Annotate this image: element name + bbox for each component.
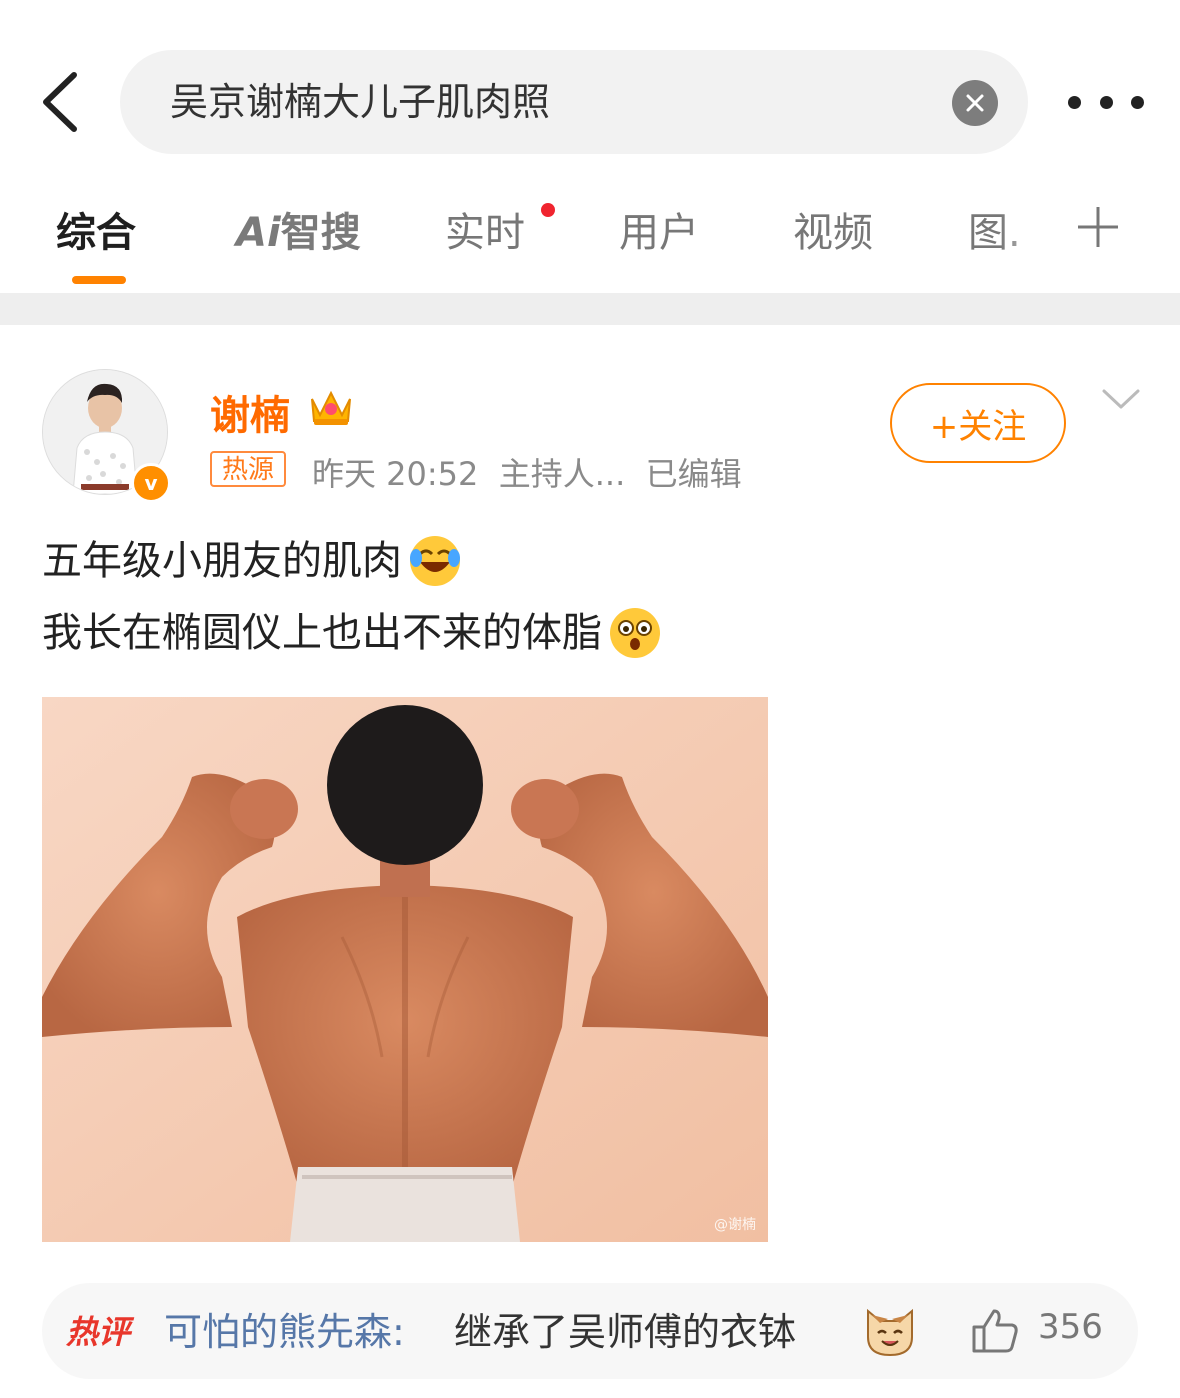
tab-comprehensive[interactable]: 综合 [56,200,136,258]
laughing-crying-emoji-icon [410,536,460,586]
tab-ai-label: 智搜 [280,210,361,256]
hot-comment[interactable]: 热评 可怕的熊先森: 继承了吴师傅的衣钵 356 [42,1283,1138,1379]
image-watermark: @谢楠 [714,1217,756,1233]
tab-realtime[interactable]: 实时 [445,200,525,258]
post-time: 昨天 20:52 [312,455,479,493]
search-query: 吴京谢楠大儿子肌肉照 [170,80,551,124]
post-meta: 昨天 20:52 主持人... 已编辑 [312,449,742,495]
clear-search-button[interactable] [952,80,998,126]
close-icon [966,94,984,112]
dot-icon [1099,95,1113,109]
section-divider [0,293,1180,325]
dot-icon [1068,95,1081,109]
hot-comment-label: 热评 [66,1313,131,1351]
tab-users[interactable]: 用户 [619,200,699,258]
author-role: 主持人... [498,455,626,493]
shocked-emoji-icon [610,608,660,658]
boy-flexing-photo [42,697,768,1242]
tab-videos[interactable]: 视频 [793,200,873,258]
ai-logo-icon: Ai [236,210,281,256]
plus-icon [1078,207,1118,247]
edited-label: 已编辑 [645,455,742,493]
comment-text: 继承了吴师傅的衣钵 [454,1310,797,1354]
thumbs-up-icon[interactable] [970,1305,1020,1355]
post-text-line: 五年级小朋友的肌肉 [42,538,402,584]
tab-ai-search[interactable]: Ai智搜 [236,200,361,258]
post-image[interactable]: @谢楠 [42,697,768,1242]
chevron-down-icon[interactable] [1100,385,1142,415]
more-options-button[interactable] [1068,82,1144,122]
add-tab-button[interactable] [1075,204,1121,250]
post-text-line: 我长在椭圆仪上也出不来的体脂 [42,610,602,656]
cat-emoji-icon [867,1308,913,1357]
comment-username[interactable]: 可怕的熊先森: [164,1301,405,1356]
follow-button[interactable]: +关注 [890,383,1066,463]
like-count: 356 [1038,1307,1103,1347]
back-button[interactable] [30,68,90,136]
tabs-fade [1000,190,1060,280]
verified-badge-icon: v [131,463,171,503]
chevron-left-icon [43,72,77,132]
active-tab-indicator [72,276,126,284]
post-author[interactable]: 谢楠 [210,383,290,441]
search-input[interactable]: 吴京谢楠大儿子肌肉照 [120,50,1028,154]
hot-source-badge: 热源 [210,451,287,487]
notification-dot [541,203,555,217]
dot-icon [1131,95,1144,109]
crown-icon [311,390,351,425]
top-bar: 吴京谢楠大儿子肌肉照 [0,0,1180,170]
post-text: 五年级小朋友的肌肉 我长在椭圆仪上也出不来的体脂 [42,525,662,669]
